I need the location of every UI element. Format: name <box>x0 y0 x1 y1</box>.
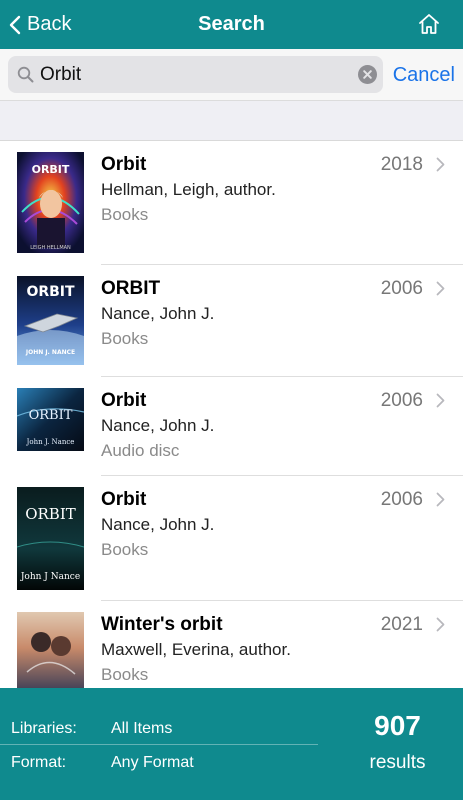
result-year: 2018 <box>380 154 423 175</box>
cover-title-text: ORBIT <box>32 163 70 176</box>
cover-author-text: JOHN J. NANCE <box>25 349 75 356</box>
cover-author-text: John J. Nance <box>26 438 75 446</box>
result-author: Maxwell, Everina, author. <box>101 640 291 659</box>
search-icon <box>17 66 34 83</box>
result-year: 2006 <box>380 390 423 411</box>
result-author: Nance, John J. <box>101 515 215 534</box>
result-year: 2006 <box>380 278 423 299</box>
search-input[interactable] <box>40 56 355 93</box>
back-label: Back <box>27 13 72 35</box>
filter-footer: Libraries: All Items Format: Any Format … <box>0 688 463 800</box>
nav-bar: Back Search <box>0 0 463 49</box>
cover-author-text: John J Nance <box>20 572 80 582</box>
search-field <box>8 56 383 93</box>
result-row[interactable]: ORBIT John J. Nance Orbit Nance, John J.… <box>0 377 463 476</box>
cover-title-text: ORBIT <box>25 505 76 523</box>
result-count-label: results <box>369 752 426 773</box>
clear-icon <box>363 70 372 79</box>
book-cover: ORBIT John J. Nance <box>17 388 84 451</box>
cover-title-text: ORBIT <box>26 284 75 300</box>
result-format: Books <box>101 329 149 348</box>
chevron-left-icon <box>9 15 21 34</box>
result-count: 907 <box>374 710 421 741</box>
results-list: ORBIT LEIGH HELLMAN Orbit Hellman, Leigh… <box>0 141 463 688</box>
book-cover: ORBIT LEIGH HELLMAN <box>17 152 84 253</box>
result-year: 2021 <box>380 614 423 635</box>
result-year: 2006 <box>380 489 423 510</box>
result-row[interactable]: ORBIT John J Nance Orbit Nance, John J. … <box>0 476 463 601</box>
format-selector[interactable]: Any Format <box>111 754 194 772</box>
chevron-right-icon <box>436 492 445 507</box>
format-label: Format: <box>11 754 67 771</box>
book-cover <box>17 612 84 688</box>
book-cover: ORBIT John J Nance <box>17 487 84 590</box>
result-row[interactable]: ORBIT JOHN J. NANCE ORBIT Nance, John J.… <box>0 265 463 377</box>
libraries-selector[interactable]: All Items <box>111 720 172 738</box>
search-bar: Cancel <box>0 49 463 101</box>
result-format: Books <box>101 665 149 684</box>
result-format: Books <box>101 205 149 224</box>
result-format: Books <box>101 540 149 559</box>
clear-search-button[interactable] <box>358 65 377 84</box>
cancel-button[interactable]: Cancel <box>393 49 455 101</box>
home-icon[interactable] <box>417 12 441 36</box>
result-author: Nance, John J. <box>101 304 215 323</box>
chevron-right-icon <box>436 617 445 632</box>
footer-divider <box>0 744 318 745</box>
chevron-right-icon <box>436 281 445 296</box>
back-button[interactable]: Back <box>8 0 71 49</box>
result-row[interactable]: ORBIT LEIGH HELLMAN Orbit Hellman, Leigh… <box>0 141 463 265</box>
book-cover: ORBIT JOHN J. NANCE <box>17 276 84 365</box>
chevron-right-icon <box>436 393 445 408</box>
cover-author-text: LEIGH HELLMAN <box>30 245 71 251</box>
result-author: Hellman, Leigh, author. <box>101 180 276 199</box>
result-row[interactable]: Winter's orbit Maxwell, Everina, author.… <box>0 601 463 688</box>
cover-title-text: ORBIT <box>29 408 73 423</box>
libraries-label: Libraries: <box>11 720 77 737</box>
result-format: Audio disc <box>101 441 180 460</box>
chevron-right-icon <box>436 157 445 172</box>
result-author: Nance, John J. <box>101 416 215 435</box>
section-spacer <box>0 101 463 141</box>
